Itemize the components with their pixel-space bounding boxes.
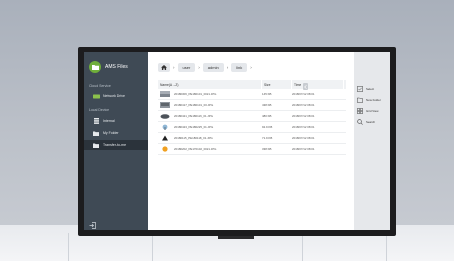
file-size: 71.9 KB bbox=[262, 136, 273, 140]
image-thumbnail-icon bbox=[160, 146, 170, 152]
sidebar-item-my-folder[interactable]: My Folder bbox=[84, 128, 148, 138]
table-row[interactable]: 20180417_PE180101_03.JPG 438 KB 2018/07/… bbox=[158, 100, 346, 111]
file-time: 2018/07/12 08:01 bbox=[292, 103, 315, 107]
panel-collapse-handle[interactable] bbox=[303, 83, 308, 90]
chevron-right-icon: › bbox=[226, 64, 229, 70]
cabinet-divider bbox=[386, 233, 387, 261]
table-row[interactable]: 20180421_PE180116_01.JPG 480 KB 2018/07/… bbox=[158, 111, 346, 122]
file-name: 20180202_PE170102_0021.JPG bbox=[174, 147, 217, 151]
folder-icon bbox=[89, 61, 101, 73]
chevron-left-icon bbox=[304, 84, 307, 89]
file-size: 92.9 KB bbox=[262, 125, 273, 129]
file-time: 2018/07/12 08:01 bbox=[292, 125, 315, 129]
cabinet-divider bbox=[152, 233, 153, 261]
file-name: 20180115_PE180118_01.JPG bbox=[174, 136, 213, 140]
cloud-drive-icon bbox=[92, 93, 100, 99]
image-thumbnail-icon bbox=[160, 124, 170, 130]
sidebar-item-label: My Folder bbox=[103, 131, 119, 135]
table-row[interactable]: 20180115_PE180118_01.JPG 71.9 KB 2018/07… bbox=[158, 133, 346, 144]
image-thumbnail-icon bbox=[160, 91, 170, 97]
breadcrumb: › user › admin › link › bbox=[158, 61, 255, 73]
image-thumbnail-icon bbox=[160, 102, 170, 108]
column-name-header[interactable]: Name(A→Z) bbox=[158, 80, 262, 89]
file-time: 2018/07/12 08:01 bbox=[292, 136, 315, 140]
select-icon bbox=[357, 86, 363, 92]
grid-view-button[interactable]: Grid View bbox=[357, 108, 378, 114]
file-size: 480 KB bbox=[262, 114, 272, 118]
table-row[interactable]: 20180423_PE180225_01.JPG 92.9 KB 2018/07… bbox=[158, 122, 346, 133]
chevron-right-icon: › bbox=[173, 64, 175, 70]
sidebar-item-network-drive[interactable]: Network Drive bbox=[84, 91, 148, 101]
new-folder-button[interactable]: New Folder bbox=[357, 97, 381, 103]
tv-screen: AMS Files Cloud Service Network Drive Lo… bbox=[84, 52, 390, 230]
breadcrumb-item[interactable]: user bbox=[177, 62, 196, 72]
column-time-header[interactable]: Time bbox=[292, 80, 344, 89]
file-time: 2018/07/12 08:01 bbox=[292, 147, 315, 151]
action-label: Grid View bbox=[366, 109, 379, 113]
action-label: New Folder bbox=[366, 98, 381, 102]
file-name: 20180306_PE180101_0021.JPG bbox=[174, 92, 217, 96]
image-thumbnail-icon bbox=[160, 135, 170, 141]
tv-stand bbox=[218, 236, 254, 239]
select-button[interactable]: Select bbox=[357, 86, 374, 92]
transfer-icon bbox=[92, 142, 100, 148]
table-row[interactable]: 20180202_PE170102_0021.JPG 338 KB 2018/0… bbox=[158, 144, 346, 155]
app-title: AMS Files bbox=[105, 64, 128, 70]
sidebar: AMS Files Cloud Service Network Drive Lo… bbox=[84, 52, 148, 230]
file-name: 20180417_PE180101_03.JPG bbox=[174, 103, 214, 107]
storage-icon bbox=[92, 118, 100, 124]
search-button[interactable]: Search bbox=[357, 119, 375, 125]
cabinet-divider bbox=[68, 233, 69, 261]
new-folder-icon bbox=[357, 97, 363, 103]
file-time: 2018/07/12 08:01 bbox=[292, 92, 315, 96]
grid-view-icon bbox=[357, 108, 363, 114]
home-icon bbox=[161, 64, 167, 70]
chevron-right-icon: › bbox=[198, 64, 200, 70]
column-size-header[interactable]: Size bbox=[262, 80, 292, 89]
table-row[interactable]: 20180306_PE180101_0021.JPG 145 KB 2018/0… bbox=[158, 89, 346, 100]
search-icon bbox=[357, 119, 363, 125]
image-thumbnail-icon bbox=[160, 113, 170, 119]
action-label: Select bbox=[366, 87, 375, 91]
exit-icon[interactable] bbox=[89, 216, 96, 229]
action-label: Search bbox=[366, 120, 376, 124]
cabinet-divider bbox=[302, 233, 303, 261]
section-local-label: Local Device bbox=[89, 108, 110, 112]
breadcrumb-item[interactable]: link bbox=[231, 62, 248, 72]
home-crumb[interactable] bbox=[158, 62, 170, 72]
sidebar-item-label: Transfer-to-me bbox=[103, 143, 127, 147]
section-cloud-label: Cloud Service bbox=[89, 84, 111, 88]
action-panel: Select New Folder Grid View Search bbox=[354, 52, 390, 230]
file-size: 338 KB bbox=[262, 147, 272, 151]
app-header: AMS Files bbox=[89, 60, 128, 74]
chevron-right-icon: › bbox=[250, 64, 252, 70]
sidebar-item-label: Internal bbox=[103, 119, 115, 123]
file-time: 2018/07/12 08:01 bbox=[292, 114, 315, 118]
sidebar-item-transfer-to-me[interactable]: Transfer-to-me bbox=[84, 140, 148, 150]
file-size: 438 KB bbox=[262, 103, 272, 107]
breadcrumb-item[interactable]: admin bbox=[202, 62, 224, 72]
file-name: 20180421_PE180116_01.JPG bbox=[174, 114, 214, 118]
table-header: Name(A→Z) Size Time bbox=[158, 80, 346, 89]
file-name: 20180423_PE180225_01.JPG bbox=[174, 125, 214, 129]
file-table: Name(A→Z) Size Time 20180306_PE180101_00… bbox=[158, 80, 346, 155]
sidebar-item-internal[interactable]: Internal bbox=[84, 116, 148, 126]
folder-icon bbox=[92, 130, 100, 136]
sidebar-item-label: Network Drive bbox=[103, 94, 125, 98]
file-size: 145 KB bbox=[262, 92, 272, 96]
file-browser: › user › admin › link › Name(A→Z) Size T… bbox=[148, 52, 354, 230]
